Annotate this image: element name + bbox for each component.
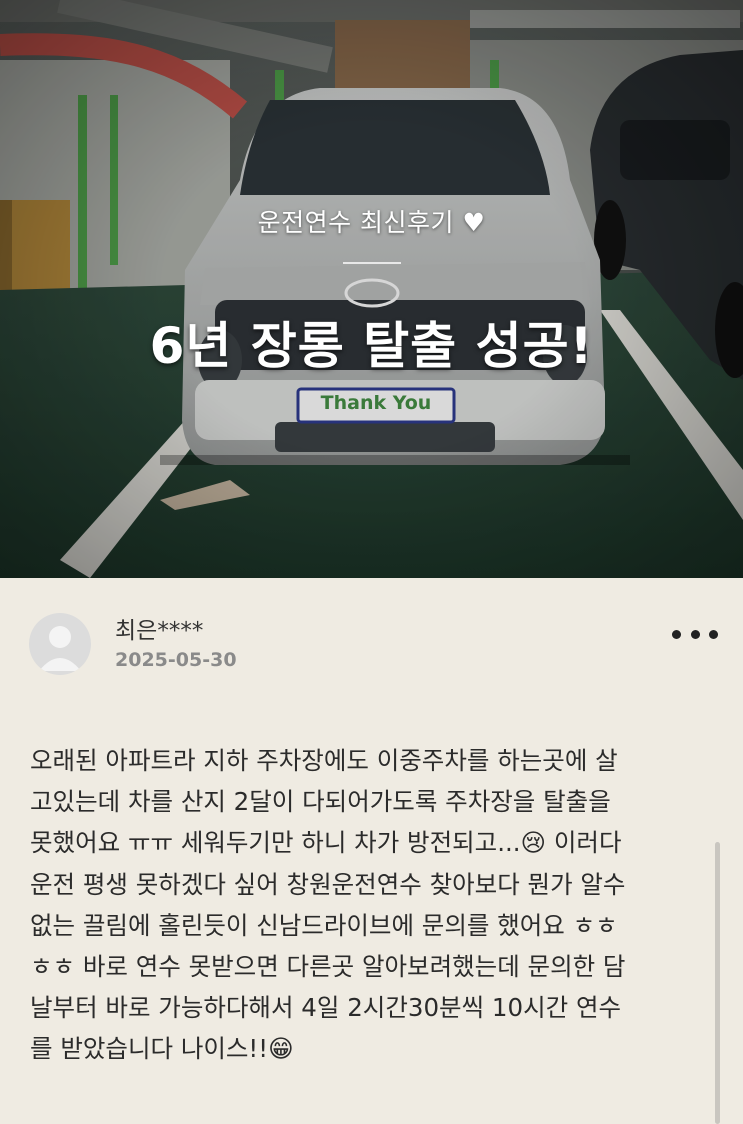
review-date: 2025-05-30 xyxy=(115,649,237,671)
review-text-line: 못했어요 ㅠㅠ 세워두기만 하니 차가 방전되고...😢 이러다 xyxy=(30,828,622,858)
hero-subtitle: 운전연수 최신후기 ♥ xyxy=(257,208,486,237)
more-horizontal-icon xyxy=(709,629,718,639)
review-text-line: 운전 평생 못하겠다 싶어 창원운전연수 찾아보다 뭔가 알수 xyxy=(30,869,626,899)
hero-title: 6년 장롱 탈출 성공! xyxy=(149,317,594,375)
user-avatar-icon xyxy=(29,613,91,675)
hero-divider xyxy=(343,262,401,264)
review-text-line: 고있는데 차를 산지 2달이 다되어가도록 주차장을 탈출을 xyxy=(30,787,611,817)
more-horizontal-icon xyxy=(672,629,681,639)
more-options-button[interactable] xyxy=(672,622,718,646)
review-author: 최은**** xyxy=(115,618,204,644)
review-text-line: ㅎㅎ 바로 연수 못받으면 다른곳 알아보려했는데 문의한 담 xyxy=(30,952,626,982)
review-text-line: 를 받았습니다 나이스!!😁 xyxy=(30,1034,294,1064)
license-plate-text: Thank You xyxy=(320,392,432,414)
review-photo: Thank You 운전연수 최신후기 ♥ 6년 장롱 탈출 성공! xyxy=(0,0,743,578)
review-text-line: 없는 끌림에 홀린듯이 신남드라이브에 문의를 했어요 ㅎㅎ xyxy=(30,910,618,940)
review-text-line: 날부터 바로 가능하다해서 4일 2시간30분씩 10시간 연수 xyxy=(30,993,622,1023)
review-text: 오래된 아파트라 지하 주차장에도 이중주차를 하는곳에 살 고있는데 차를 산… xyxy=(30,740,720,1070)
review-text-line: 오래된 아파트라 지하 주차장에도 이중주차를 하는곳에 살 xyxy=(30,746,618,775)
parking-garage-car-illustration xyxy=(0,0,743,578)
review-header: 최은**** 2025-05-30 xyxy=(0,578,743,688)
scrollbar[interactable] xyxy=(715,842,720,1124)
more-horizontal-icon xyxy=(690,629,700,639)
